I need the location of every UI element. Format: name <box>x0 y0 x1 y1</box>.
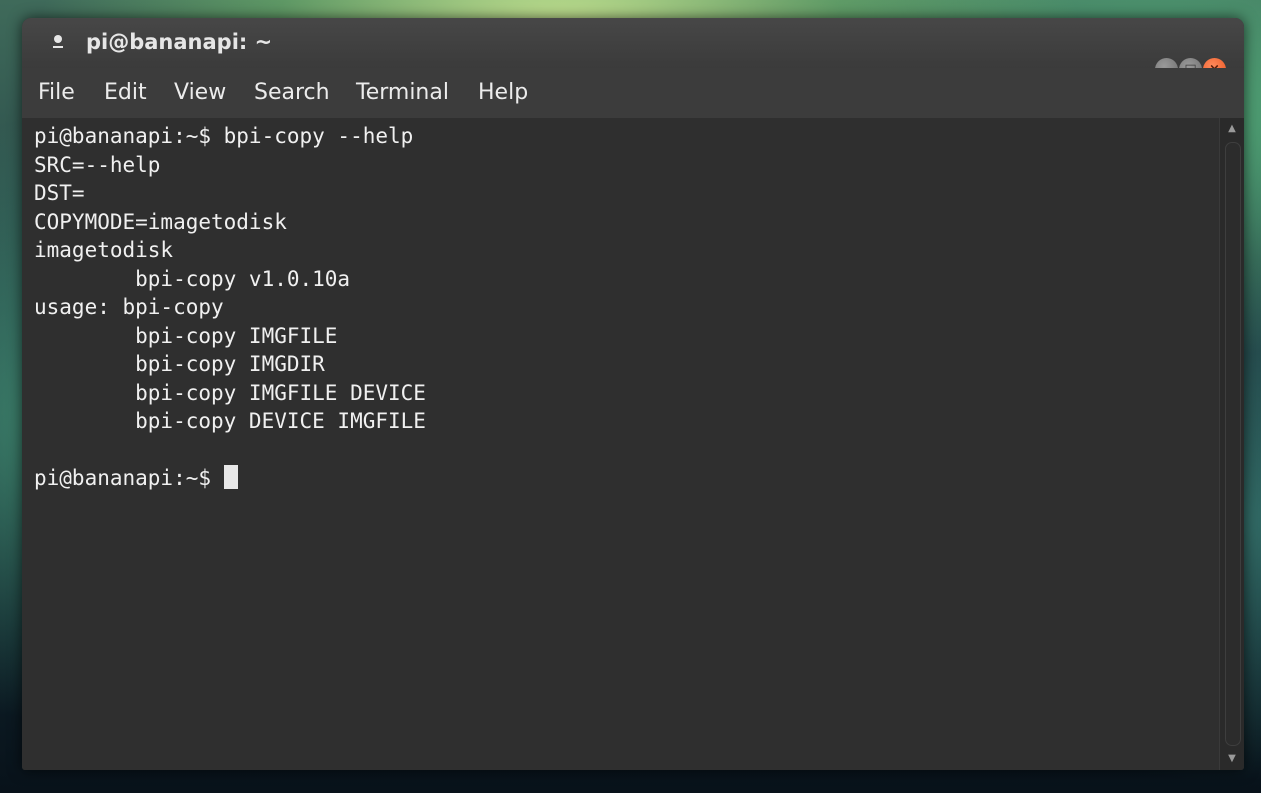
menu-edit[interactable]: Edit <box>104 80 147 105</box>
terminal-prompt: pi@bananapi:~$ <box>34 466 224 490</box>
menu-view[interactable]: View <box>174 80 226 105</box>
scroll-down-arrow-icon[interactable]: ▼ <box>1220 748 1244 770</box>
terminal-output: pi@bananapi:~$ bpi-copy --help SRC=--hel… <box>34 122 426 493</box>
scroll-up-arrow-icon[interactable]: ▲ <box>1220 118 1244 140</box>
vertical-scrollbar[interactable]: ▲ ▼ <box>1219 118 1244 770</box>
menu-file[interactable]: File <box>38 80 75 105</box>
terminal-history: pi@bananapi:~$ bpi-copy --help SRC=--hel… <box>34 124 426 433</box>
menu-help[interactable]: Help <box>478 80 528 105</box>
terminal-content[interactable]: pi@bananapi:~$ bpi-copy --help SRC=--hel… <box>22 118 1220 770</box>
menu-search[interactable]: Search <box>254 80 330 105</box>
menu-terminal[interactable]: Terminal <box>356 80 449 105</box>
scroll-trough[interactable] <box>1225 142 1241 746</box>
desktop-background: pi@bananapi: ~ − □ × File Edit View Sear… <box>0 0 1261 793</box>
text-cursor <box>223 465 238 489</box>
window-title: pi@bananapi: ~ <box>86 30 273 54</box>
terminal-window[interactable]: pi@bananapi: ~ − □ × File Edit View Sear… <box>22 18 1244 770</box>
menu-bar: File Edit View Search Terminal Help <box>22 68 1244 118</box>
title-bar[interactable]: pi@bananapi: ~ <box>22 18 1244 68</box>
terminal-icon <box>52 34 64 50</box>
